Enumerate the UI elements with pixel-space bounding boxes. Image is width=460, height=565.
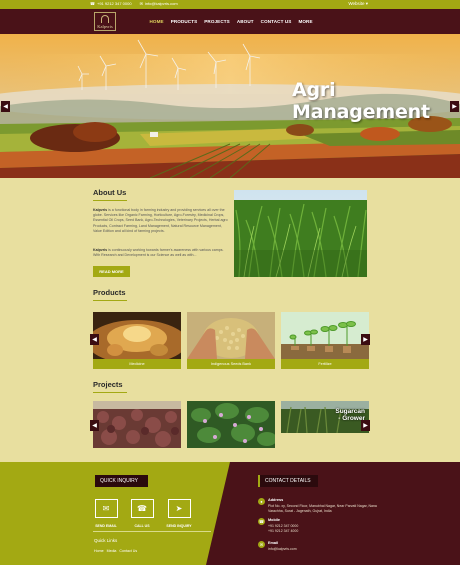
mobile-value-2[interactable]: +91 9212 347 4000 [268, 529, 386, 534]
quick-link-contact-us[interactable]: Contact Us [119, 549, 137, 553]
send-email-label: SEND EMAIL [95, 524, 117, 528]
chevron-left-icon: ◀ [92, 337, 97, 343]
products-next-button[interactable]: ▶ [361, 334, 370, 345]
about-title: About Us [93, 188, 127, 197]
product-caption: Indigenous Seeds Bank [187, 359, 275, 369]
chevron-left-icon: ◀ [92, 423, 97, 429]
nav-item-about[interactable]: ABOUT [233, 19, 257, 24]
about-paragraph-1: Kalpvris is a functional body in farming… [93, 208, 229, 234]
projects-underline [93, 392, 127, 393]
hero-next-button[interactable]: ▶ [450, 101, 459, 112]
footer-divider [93, 531, 211, 532]
about-paragraph-2: Kalpvris is continuously working towards… [93, 248, 229, 258]
about-text-1: is a functional body in farming industry… [93, 208, 228, 233]
chevron-right-icon: ▶ [363, 337, 368, 343]
about-brand-1: Kalpvris [93, 208, 108, 212]
location-icon: ● [258, 498, 265, 505]
product-card-seeds[interactable]: Indigenous Seeds Bank [187, 312, 275, 369]
nav-item-products[interactable]: PRODUCTS [167, 19, 201, 24]
nav-item-projects[interactable]: PROJECTS [201, 19, 234, 24]
product-caption: Medicine [93, 359, 181, 369]
project-card-1[interactable] [93, 401, 181, 448]
call-us-label: CALL US [134, 524, 150, 528]
product-image-seeds [187, 312, 275, 359]
chevron-left-icon: ◀ [3, 104, 8, 110]
products-title: Products [93, 288, 126, 297]
mobile-label: Mobile [268, 518, 281, 522]
send-inquiry-label: SEND INQUIRY [166, 524, 192, 528]
top-email-text: info@kalpvris.com [144, 1, 178, 6]
language-selector[interactable]: Website ▾ [348, 1, 368, 7]
email-label: Email [268, 541, 279, 545]
project-image-2 [187, 401, 275, 448]
product-caption: Fertilize [281, 359, 369, 369]
product-image-fertilize [281, 312, 369, 359]
products-underline [93, 300, 127, 301]
phone-icon: ☎ [130, 499, 154, 518]
products-prev-button[interactable]: ◀ [90, 334, 99, 345]
footer: QUICK INQUIRY ✉ SEND EMAIL ☎ CALL US ➤ S… [0, 462, 460, 565]
projects-prev-button[interactable]: ◀ [90, 420, 99, 431]
hero-prev-button[interactable]: ◀ [1, 101, 10, 112]
top-phone-text: +91 9212 347 0000 [96, 1, 132, 6]
projects-title: Projects [93, 380, 123, 389]
quick-inquiry-title: QUICK INQUIRY [93, 475, 148, 487]
top-contact: ☎ +91 9212 347 0000 ✉ info@kalpvris.com [90, 1, 178, 6]
project-image-1 [93, 401, 181, 448]
about-image [234, 190, 367, 277]
main-nav: Kalpvris HOME PRODUCTS PROJECTS ABOUT CO… [0, 9, 460, 34]
chevron-right-icon: ▶ [452, 104, 457, 110]
product-card-medicine[interactable]: Medicine [93, 312, 181, 369]
top-bar: ☎ +91 9212 347 0000 ✉ info@kalpvris.com We… [0, 0, 460, 9]
top-phone[interactable]: ☎ +91 9212 347 0000 [90, 1, 132, 6]
read-more-button[interactable]: READ MORE [93, 266, 130, 277]
address-value: Plot No. xy, Second Floor, Manubhai Naga… [268, 504, 377, 513]
top-email[interactable]: ✉ info@kalpvris.com [140, 1, 178, 6]
project-card-sugarcane[interactable]: Sugarcan - Grower [281, 401, 369, 433]
quick-link-home[interactable]: Home [94, 549, 104, 553]
address-label: Address [268, 498, 284, 502]
contact-details-title: CONTACT DETAILS [258, 475, 318, 487]
project-overlay-line-1: Sugarcan [335, 408, 365, 415]
send-email-button[interactable]: ✉ SEND EMAIL [93, 499, 119, 528]
product-image-medicine [93, 312, 181, 364]
project-card-2[interactable] [187, 401, 275, 448]
footer-background [0, 462, 230, 565]
phone-icon: ☎ [90, 1, 95, 6]
quick-links-title: Quick Links [94, 538, 118, 543]
nav-menu: HOME PRODUCTS PROJECTS ABOUT CONTACT US … [146, 9, 316, 34]
nav-item-more[interactable]: MORE [295, 19, 316, 24]
projects-next-button[interactable]: ▶ [361, 420, 370, 431]
email-value[interactable]: info@kalpvris.com [268, 547, 386, 552]
envelope-icon: ✉ [258, 541, 265, 548]
product-card-fertilize[interactable]: Fertilize [281, 312, 369, 369]
logo-text: Kalpvris [97, 23, 113, 29]
envelope-icon: ✉ [94, 499, 118, 518]
hero-title: Agri Management [292, 79, 430, 123]
about-underline [93, 200, 127, 201]
send-inquiry-button[interactable]: ➤ SEND INQUIRY [166, 499, 192, 528]
chevron-right-icon: ▶ [363, 423, 368, 429]
about-brand-2: Kalpvris [93, 248, 108, 252]
call-us-button[interactable]: ☎ CALL US [129, 499, 155, 528]
logo-mark-icon [101, 14, 109, 23]
quick-links: Home Media Contact Us [94, 549, 137, 553]
quick-link-media[interactable]: Media [107, 549, 117, 553]
hero-slider: Agri Management ◀ ▶ [0, 34, 460, 178]
site-logo[interactable]: Kalpvris [94, 12, 116, 31]
phone-icon: ☎ [258, 518, 265, 525]
about-text-2: is continuously working towards farmer's… [93, 248, 224, 258]
nav-item-home[interactable]: HOME [146, 19, 167, 24]
envelope-icon: ✉ [139, 1, 143, 6]
nav-item-contact-us[interactable]: CONTACT US [257, 19, 295, 24]
send-icon: ➤ [167, 499, 191, 518]
